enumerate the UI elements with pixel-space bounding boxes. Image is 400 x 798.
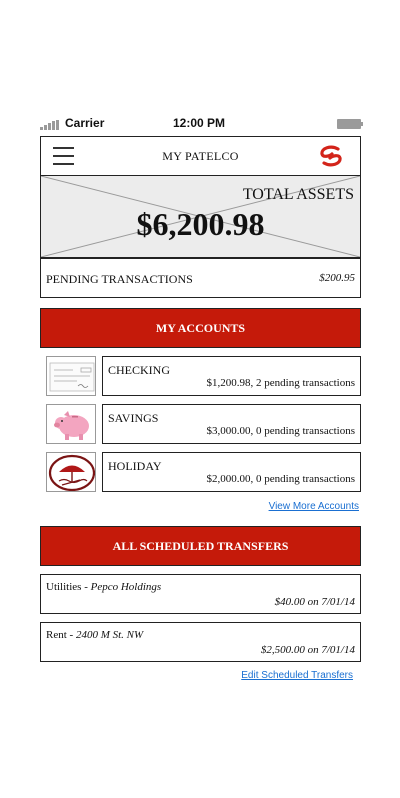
account-card[interactable]: HOLIDAY $2,000.00, 0 pending transaction… xyxy=(102,452,361,492)
total-assets-amount: $6,200.98 xyxy=(136,206,265,242)
account-detail: $3,000.00, 0 pending transactions xyxy=(206,425,355,437)
account-name: CHECKING xyxy=(108,363,170,377)
view-more-accounts-link[interactable]: View More Accounts xyxy=(269,501,359,512)
transfer-description: Utilities - Pepco Holdings xyxy=(46,581,161,593)
account-row-holiday[interactable]: HOLIDAY $2,000.00, 0 pending transaction… xyxy=(44,452,361,492)
app-header: MY PATELCO xyxy=(40,136,361,176)
piggy-bank-icon xyxy=(46,404,96,444)
transfer-row[interactable]: Utilities - Pepco Holdings $40.00 on 7/0… xyxy=(40,574,361,614)
account-name: HOLIDAY xyxy=(108,459,162,473)
transfer-description: Rent - 2400 M St. NW xyxy=(46,629,143,641)
transfer-label: Rent - xyxy=(46,629,76,641)
account-detail: $2,000.00, 0 pending transactions xyxy=(206,473,355,485)
battery-icon xyxy=(337,119,363,129)
carrier-name: Carrier xyxy=(65,116,105,130)
account-row-savings[interactable]: SAVINGS $3,000.00, 0 pending transaction… xyxy=(44,404,361,444)
beach-umbrella-icon xyxy=(46,452,96,492)
account-name: SAVINGS xyxy=(108,411,159,425)
transfer-amount-date: $2,500.00 on 7/01/14 xyxy=(260,644,355,656)
pending-transactions-label: PENDING TRANSACTIONS xyxy=(46,272,193,286)
pending-transactions-amount: $200.95 xyxy=(319,272,355,284)
total-assets-banner: TOTAL ASSETS $6,200.98 xyxy=(40,176,361,258)
transfer-payee: 2400 M St. NW xyxy=(75,629,144,641)
transfer-label: Utilities - xyxy=(46,581,91,593)
transfer-amount-date: $40.00 on 7/01/14 xyxy=(274,596,355,608)
check-image-icon xyxy=(46,356,96,396)
total-assets-label: TOTAL ASSETS xyxy=(242,186,354,203)
signal-strength-icon xyxy=(40,120,62,130)
transfer-row[interactable]: Rent - 2400 M St. NW $2,500.00 on 7/01/1… xyxy=(40,622,361,662)
account-row-checking[interactable]: CHECKING $1,200.98, 2 pending transactio… xyxy=(44,356,361,396)
account-card[interactable]: CHECKING $1,200.98, 2 pending transactio… xyxy=(102,356,361,396)
pending-transactions-row[interactable]: PENDING TRANSACTIONS $200.95 xyxy=(40,258,361,298)
patelco-logo-icon xyxy=(320,145,342,167)
my-accounts-button[interactable]: MY ACCOUNTS xyxy=(40,308,361,348)
account-card[interactable]: SAVINGS $3,000.00, 0 pending transaction… xyxy=(102,404,361,444)
all-scheduled-transfers-button[interactable]: ALL SCHEDULED TRANSFERS xyxy=(40,526,361,566)
edit-scheduled-transfers-link[interactable]: Edit Scheduled Transfers xyxy=(241,670,353,681)
transfer-payee: Pepco Holdings xyxy=(90,581,162,593)
clock: 12:00 PM xyxy=(173,116,226,130)
account-detail: $1,200.98, 2 pending transactions xyxy=(206,377,355,389)
status-bar: Carrier 12:00 PM xyxy=(40,116,363,134)
page-title: MY PATELCO xyxy=(162,149,239,163)
